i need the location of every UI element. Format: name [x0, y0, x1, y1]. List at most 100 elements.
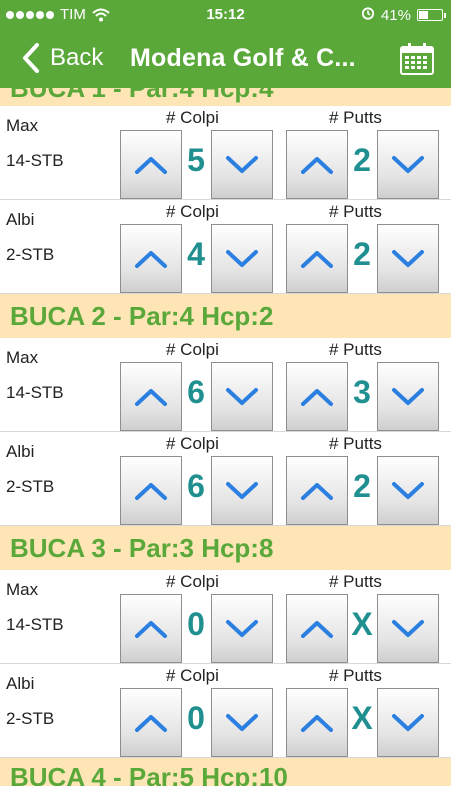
putts-label: # Putts	[329, 108, 382, 127]
chevron-up-icon	[301, 250, 333, 268]
chevron-down-icon	[392, 481, 424, 499]
putts-label: # Putts	[329, 572, 382, 591]
colpi-value: 0	[187, 700, 205, 736]
putts-label: # Putts	[329, 666, 382, 685]
chevron-down-icon	[226, 387, 258, 405]
colpi-label: # Colpi	[166, 434, 219, 453]
hole-header: BUCA 1 - Par:4 Hcp:4	[0, 88, 451, 106]
chevron-up-icon	[135, 620, 167, 638]
player-name: Albi	[6, 442, 35, 461]
chevron-down-icon	[392, 155, 424, 173]
putts-increase-button[interactable]	[286, 594, 348, 663]
player-name: Max	[6, 348, 39, 367]
colpi-increase-button[interactable]	[120, 688, 182, 757]
calendar-icon	[400, 43, 434, 75]
player-handicap: 2-STB	[6, 477, 55, 496]
colpi-value: 4	[187, 236, 205, 272]
player-row: Albi 2-STB # Colpi # Putts 0 X	[0, 664, 451, 758]
colpi-decrease-button[interactable]	[211, 130, 273, 199]
chevron-down-icon	[226, 713, 258, 731]
back-label: Back	[50, 44, 104, 71]
colpi-value: 6	[187, 374, 205, 410]
putts-decrease-button[interactable]	[377, 362, 439, 431]
putts-label: # Putts	[329, 340, 382, 359]
chevron-up-icon	[135, 388, 167, 406]
putts-increase-button[interactable]	[286, 362, 348, 431]
player-row: Albi 2-STB # Colpi # Putts 6 2	[0, 432, 451, 526]
chevron-up-icon	[301, 714, 333, 732]
chevron-up-icon	[301, 388, 333, 406]
chevron-down-icon	[226, 249, 258, 267]
putts-label: # Putts	[329, 434, 382, 453]
chevron-up-icon	[135, 156, 167, 174]
battery-icon	[417, 9, 446, 21]
navigation-bar: Back Modena Golf & C...	[0, 30, 451, 88]
putts-value: 2	[353, 468, 371, 504]
colpi-value: 0	[187, 606, 205, 642]
putts-decrease-button[interactable]	[377, 688, 439, 757]
colpi-increase-button[interactable]	[120, 224, 182, 293]
hole-header: BUCA 2 - Par:4 Hcp:2	[0, 294, 451, 338]
putts-decrease-button[interactable]	[377, 594, 439, 663]
player-row: Albi 2-STB # Colpi # Putts 4 2	[0, 200, 451, 294]
colpi-decrease-button[interactable]	[211, 224, 273, 293]
putts-decrease-button[interactable]	[377, 224, 439, 293]
chevron-left-icon	[23, 43, 39, 73]
colpi-increase-button[interactable]	[120, 362, 182, 431]
status-bar: TIM 15:12 41%	[0, 0, 451, 30]
player-name: Albi	[6, 674, 35, 693]
player-handicap: 2-STB	[6, 245, 55, 264]
colpi-value: 5	[187, 142, 205, 178]
colpi-label: # Colpi	[166, 666, 219, 685]
score-list[interactable]: BUCA 1 - Par:4 Hcp:4 Max 14-STB # Colpi …	[0, 88, 451, 800]
colpi-value: 6	[187, 468, 205, 504]
status-right: 41%	[361, 6, 446, 24]
player-row: Max 14-STB # Colpi # Putts 0 X	[0, 570, 451, 664]
chevron-up-icon	[135, 714, 167, 732]
putts-value: X	[351, 606, 373, 642]
colpi-decrease-button[interactable]	[211, 456, 273, 525]
hole-header: BUCA 4 - Par:5 Hcp:10	[0, 758, 451, 786]
putts-decrease-button[interactable]	[377, 130, 439, 199]
colpi-decrease-button[interactable]	[211, 594, 273, 663]
putts-value: 2	[353, 142, 371, 178]
colpi-increase-button[interactable]	[120, 130, 182, 199]
player-name: Max	[6, 116, 39, 135]
player-handicap: 14-STB	[6, 615, 64, 634]
putts-increase-button[interactable]	[286, 688, 348, 757]
chevron-up-icon	[301, 156, 333, 174]
putts-increase-button[interactable]	[286, 130, 348, 199]
colpi-increase-button[interactable]	[120, 594, 182, 663]
player-row: Max 14-STB # Colpi # Putts 6 3	[0, 338, 451, 432]
putts-increase-button[interactable]	[286, 456, 348, 525]
putts-value: 2	[353, 236, 371, 272]
chevron-down-icon	[226, 481, 258, 499]
putts-increase-button[interactable]	[286, 224, 348, 293]
chevron-down-icon	[392, 619, 424, 637]
chevron-up-icon	[135, 250, 167, 268]
colpi-label: # Colpi	[166, 572, 219, 591]
calendar-button[interactable]	[399, 42, 435, 76]
player-handicap: 14-STB	[6, 151, 64, 170]
battery-percent: 41%	[380, 6, 411, 24]
colpi-label: # Colpi	[166, 202, 219, 221]
player-handicap: 2-STB	[6, 709, 55, 728]
back-button[interactable]: Back	[22, 40, 103, 76]
player-row: Max 14-STB # Colpi # Putts 5 2	[0, 106, 451, 200]
page-title: Modena Golf & C...	[130, 44, 356, 72]
putts-value: X	[351, 700, 373, 736]
hole-header: BUCA 3 - Par:3 Hcp:8	[0, 526, 451, 570]
colpi-label: # Colpi	[166, 340, 219, 359]
putts-decrease-button[interactable]	[377, 456, 439, 525]
putts-label: # Putts	[329, 202, 382, 221]
chevron-up-icon	[301, 620, 333, 638]
chevron-down-icon	[392, 249, 424, 267]
chevron-up-icon	[135, 482, 167, 500]
colpi-increase-button[interactable]	[120, 456, 182, 525]
putts-value: 3	[353, 374, 371, 410]
chevron-down-icon	[392, 713, 424, 731]
colpi-decrease-button[interactable]	[211, 362, 273, 431]
colpi-decrease-button[interactable]	[211, 688, 273, 757]
chevron-down-icon	[226, 619, 258, 637]
player-name: Max	[6, 580, 39, 599]
